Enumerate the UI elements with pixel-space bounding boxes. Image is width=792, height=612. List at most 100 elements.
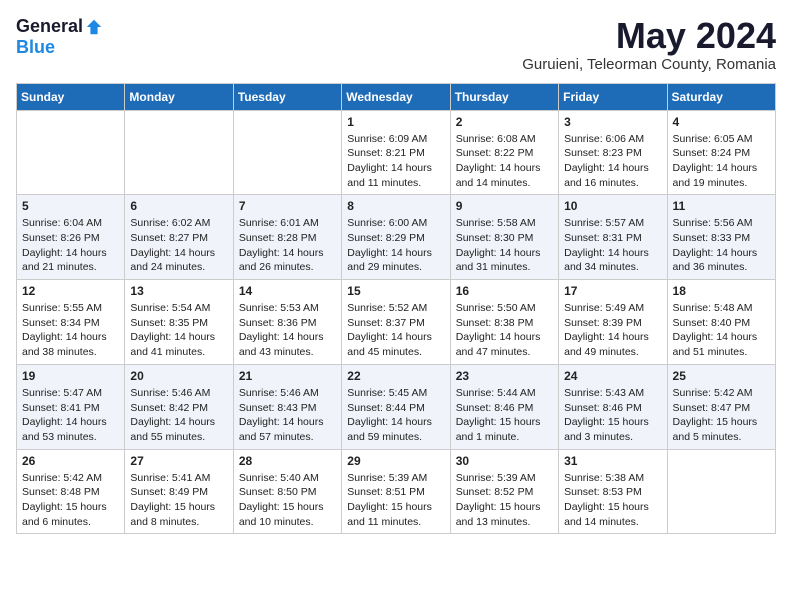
day-info-line: and 49 minutes.: [564, 345, 661, 360]
day-info-line: and 38 minutes.: [22, 345, 119, 360]
day-info-line: Sunset: 8:34 PM: [22, 316, 119, 331]
day-number: 8: [347, 199, 444, 213]
calendar-week-row: 1Sunrise: 6:09 AMSunset: 8:21 PMDaylight…: [17, 110, 776, 195]
day-info-line: Daylight: 14 hours: [564, 330, 661, 345]
day-info-line: Daylight: 15 hours: [564, 415, 661, 430]
calendar-cell: 22Sunrise: 5:45 AMSunset: 8:44 PMDayligh…: [342, 364, 450, 449]
page-header: General Blue May 2024 Guruieni, Teleorma…: [16, 16, 776, 73]
day-info-line: Sunset: 8:46 PM: [456, 401, 553, 416]
day-info-line: Sunrise: 5:50 AM: [456, 301, 553, 316]
day-info-line: and 51 minutes.: [673, 345, 770, 360]
day-info-line: Daylight: 15 hours: [22, 500, 119, 515]
day-info-line: Daylight: 14 hours: [22, 415, 119, 430]
logo: General Blue: [16, 16, 103, 58]
calendar: SundayMondayTuesdayWednesdayThursdayFrid…: [16, 83, 776, 535]
day-info-line: Sunset: 8:39 PM: [564, 316, 661, 331]
day-info-line: Sunrise: 5:39 AM: [347, 471, 444, 486]
day-info-line: Sunrise: 6:05 AM: [673, 132, 770, 147]
day-number: 31: [564, 454, 661, 468]
day-info-line: and 57 minutes.: [239, 430, 336, 445]
day-info-line: Daylight: 15 hours: [130, 500, 227, 515]
day-number: 2: [456, 115, 553, 129]
day-info-line: Sunset: 8:41 PM: [22, 401, 119, 416]
day-number: 16: [456, 284, 553, 298]
calendar-cell: 31Sunrise: 5:38 AMSunset: 8:53 PMDayligh…: [559, 449, 667, 534]
day-info-line: Sunrise: 5:45 AM: [347, 386, 444, 401]
day-info-line: and 1 minute.: [456, 430, 553, 445]
day-info-line: Sunset: 8:37 PM: [347, 316, 444, 331]
calendar-week-row: 12Sunrise: 5:55 AMSunset: 8:34 PMDayligh…: [17, 280, 776, 365]
calendar-week-row: 5Sunrise: 6:04 AMSunset: 8:26 PMDaylight…: [17, 195, 776, 280]
calendar-cell: [233, 110, 341, 195]
day-info-line: Sunset: 8:31 PM: [564, 231, 661, 246]
calendar-cell: 24Sunrise: 5:43 AMSunset: 8:46 PMDayligh…: [559, 364, 667, 449]
calendar-cell: 18Sunrise: 5:48 AMSunset: 8:40 PMDayligh…: [667, 280, 775, 365]
logo-general: General: [16, 16, 83, 37]
calendar-cell: 7Sunrise: 6:01 AMSunset: 8:28 PMDaylight…: [233, 195, 341, 280]
day-info-line: Sunset: 8:52 PM: [456, 485, 553, 500]
day-info-line: and 11 minutes.: [347, 176, 444, 191]
calendar-cell: 6Sunrise: 6:02 AMSunset: 8:27 PMDaylight…: [125, 195, 233, 280]
day-info-line: and 36 minutes.: [673, 260, 770, 275]
day-number: 7: [239, 199, 336, 213]
day-number: 24: [564, 369, 661, 383]
day-info-line: Daylight: 15 hours: [564, 500, 661, 515]
day-info-line: Sunrise: 6:00 AM: [347, 216, 444, 231]
day-info-line: and 14 minutes.: [564, 515, 661, 530]
day-info-line: and 3 minutes.: [564, 430, 661, 445]
day-info-line: and 55 minutes.: [130, 430, 227, 445]
day-number: 28: [239, 454, 336, 468]
day-number: 9: [456, 199, 553, 213]
day-info-line: Daylight: 14 hours: [456, 246, 553, 261]
day-info-line: Sunset: 8:27 PM: [130, 231, 227, 246]
day-info-line: and 5 minutes.: [673, 430, 770, 445]
calendar-cell: 12Sunrise: 5:55 AMSunset: 8:34 PMDayligh…: [17, 280, 125, 365]
calendar-cell: 28 Sunrise: 5:40 AMSunset: 8:50 PMDayligh…: [233, 449, 341, 534]
day-info-line: Daylight: 15 hours: [456, 500, 553, 515]
calendar-cell: 23Sunrise: 5:44 AMSunset: 8:46 PMDayligh…: [450, 364, 558, 449]
day-info-line: Daylight: 15 hours: [239, 500, 336, 515]
day-info-line: Sunset: 8:28 PM: [239, 231, 336, 246]
day-info-line: Sunrise: 6:06 AM: [564, 132, 661, 147]
day-info-line: Sunrise: 6:09 AM: [347, 132, 444, 147]
day-info-line: and 10 minutes.: [239, 515, 336, 530]
weekday-header-sunday: Sunday: [17, 83, 125, 110]
day-info-line: Sunset: 8:24 PM: [673, 146, 770, 161]
calendar-cell: 21Sunrise: 5:46 AMSunset: 8:43 PMDayligh…: [233, 364, 341, 449]
calendar-cell: 2Sunrise: 6:08 AMSunset: 8:22 PMDaylight…: [450, 110, 558, 195]
day-info-line: Sunrise: 6:08 AM: [456, 132, 553, 147]
calendar-header-row: SundayMondayTuesdayWednesdayThursdayFrid…: [17, 83, 776, 110]
calendar-cell: 4 Sunrise: 6:05 AMSunset: 8:24 PMDaylight…: [667, 110, 775, 195]
day-number: 18: [673, 284, 770, 298]
day-info-line: Sunrise: 5:40 AM: [239, 471, 336, 486]
day-info-line: and 8 minutes.: [130, 515, 227, 530]
logo-blue: Blue: [16, 37, 55, 58]
day-number: 1: [347, 115, 444, 129]
day-number: 30: [456, 454, 553, 468]
day-info-line: Sunrise: 5:55 AM: [22, 301, 119, 316]
day-info-line: Daylight: 14 hours: [673, 161, 770, 176]
day-info-line: and 13 minutes.: [456, 515, 553, 530]
day-info-line: Sunrise: 5:46 AM: [130, 386, 227, 401]
calendar-cell: 3Sunrise: 6:06 AMSunset: 8:23 PMDaylight…: [559, 110, 667, 195]
day-info-line: Sunrise: 5:47 AM: [22, 386, 119, 401]
weekday-header-thursday: Thursday: [450, 83, 558, 110]
logo-icon: [85, 18, 103, 36]
day-number: 17: [564, 284, 661, 298]
day-info-line: and 59 minutes.: [347, 430, 444, 445]
day-info-line: Sunrise: 5:54 AM: [130, 301, 227, 316]
calendar-cell: 10Sunrise: 5:57 AMSunset: 8:31 PMDayligh…: [559, 195, 667, 280]
day-info-line: Daylight: 14 hours: [347, 246, 444, 261]
day-number: 19: [22, 369, 119, 383]
day-info-line: Sunset: 8:50 PM: [239, 485, 336, 500]
day-info-line: Daylight: 14 hours: [130, 246, 227, 261]
day-number: 27: [130, 454, 227, 468]
day-info-line: Daylight: 15 hours: [347, 500, 444, 515]
day-info-line: Daylight: 15 hours: [456, 415, 553, 430]
day-info-line: and 41 minutes.: [130, 345, 227, 360]
day-info-line: and 26 minutes.: [239, 260, 336, 275]
day-number: 29: [347, 454, 444, 468]
day-info-line: Sunset: 8:48 PM: [22, 485, 119, 500]
day-number: 4: [673, 115, 770, 129]
day-info-line: Daylight: 14 hours: [564, 246, 661, 261]
